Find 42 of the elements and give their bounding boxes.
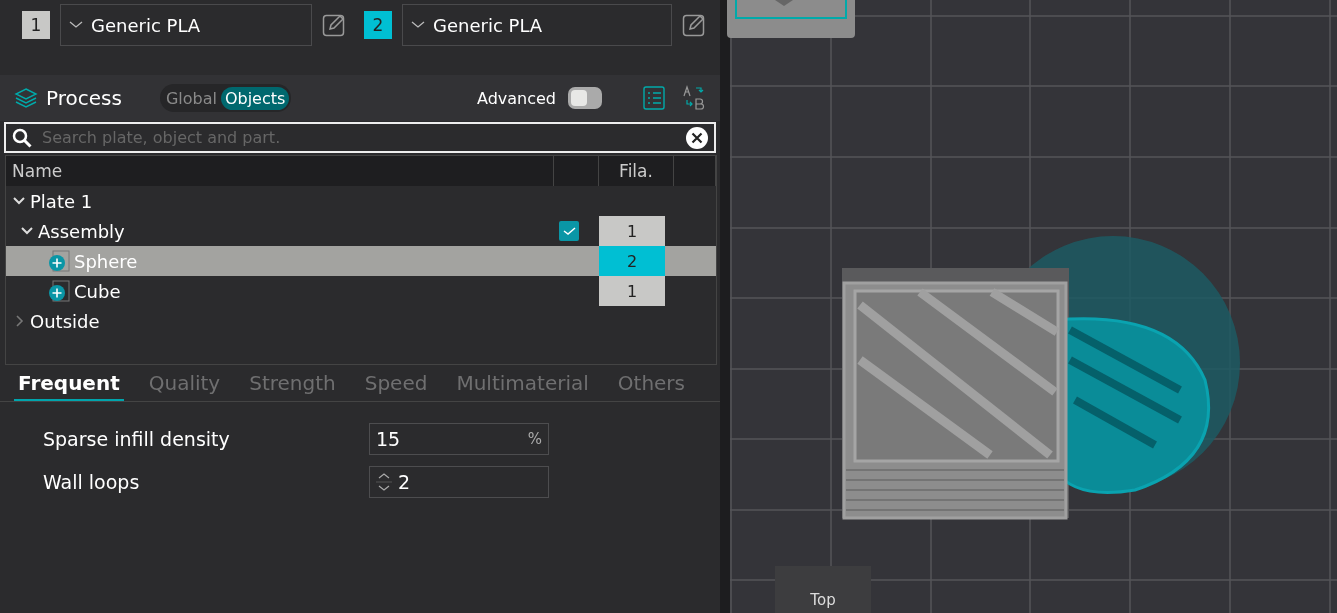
tree-row[interactable]: Outside [6,306,716,336]
advanced-label: Advanced [476,88,556,108]
setting-label: Wall loops [43,471,141,493]
column-header: Fila. [599,156,674,186]
tree-row[interactable]: Plate 1 [6,186,716,216]
setting-field[interactable]: 2 [369,466,549,498]
tree-row[interactable]: Cube 1 [6,276,716,306]
tree-item-label: Sphere [74,250,138,272]
tree-item-label: Cube [74,280,121,302]
setting-field[interactable]: 15 % [369,423,549,455]
search-icon [12,127,32,148]
tree-item-label: Plate 1 [30,190,93,212]
clear-icon[interactable] [686,126,708,149]
view-label: Top [775,566,871,613]
filament-number[interactable]: 1 [22,11,50,39]
settings-tab[interactable]: Frequent [14,367,124,401]
edit-icon[interactable] [682,13,706,37]
column-header: Name [6,156,554,186]
filament-cell[interactable]: 2 [599,246,665,276]
list-icon[interactable] [642,85,666,111]
filament-dropdown[interactable]: Generic PLA [402,4,672,46]
tree-row[interactable]: Assembly 1 [6,216,716,246]
plus-part-icon [48,280,70,302]
filament-cell[interactable]: 1 [599,276,665,306]
filament-dropdown[interactable]: Generic PLA [60,4,312,46]
search-field[interactable]: Search plate, object and part. [4,122,716,153]
tree-item-label: Outside [30,310,100,332]
scope-tab[interactable]: Global [161,86,221,110]
layers-icon [14,85,38,111]
tree-row[interactable]: Sphere 2 [6,246,716,276]
search-input[interactable]: Search plate, object and part. [40,127,678,148]
setting-label: Sparse infill density [43,428,231,450]
advanced-toggle[interactable] [568,87,602,109]
tree-item-label: Assembly [38,220,125,242]
panel-title: Process [46,86,122,110]
edit-icon[interactable] [322,13,346,37]
filament-cell[interactable]: 1 [599,216,665,246]
plus-part-icon [48,250,70,272]
filament-number[interactable]: 2 [364,11,392,39]
checkbox[interactable] [559,221,579,241]
scope-tab[interactable]: Objects [220,86,290,110]
swap-icon[interactable] [682,85,706,111]
